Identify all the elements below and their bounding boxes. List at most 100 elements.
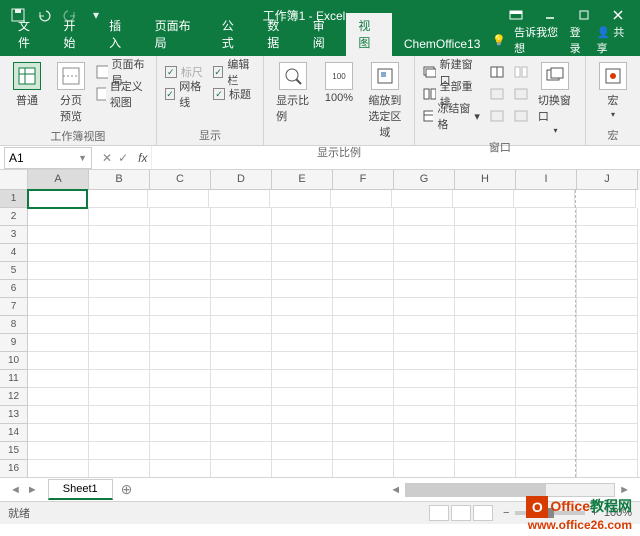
cell[interactable] — [455, 424, 516, 442]
sheet-tab[interactable]: Sheet1 — [48, 479, 113, 500]
cell[interactable] — [150, 280, 211, 298]
cell[interactable] — [455, 442, 516, 460]
cell[interactable] — [394, 352, 455, 370]
cell[interactable] — [272, 406, 333, 424]
cell[interactable] — [89, 424, 150, 442]
cell[interactable] — [211, 334, 272, 352]
cell[interactable] — [516, 442, 577, 460]
select-all-corner[interactable] — [0, 170, 28, 190]
cell[interactable] — [516, 370, 577, 388]
cell[interactable] — [333, 334, 394, 352]
cell[interactable] — [28, 370, 89, 388]
cell[interactable] — [394, 406, 455, 424]
sync-scroll-button[interactable] — [514, 84, 528, 104]
save-icon[interactable] — [6, 3, 30, 27]
cell[interactable] — [394, 280, 455, 298]
cell[interactable] — [28, 334, 89, 352]
cell[interactable] — [577, 424, 638, 442]
cell[interactable] — [394, 460, 455, 478]
row-header[interactable]: 9 — [0, 334, 28, 352]
name-box[interactable]: A1▼ — [4, 147, 92, 169]
signin-link[interactable]: 登录 — [570, 24, 589, 56]
cell[interactable] — [516, 244, 577, 262]
cell[interactable] — [333, 316, 394, 334]
cell[interactable] — [89, 244, 150, 262]
cell[interactable] — [28, 460, 89, 478]
cell[interactable] — [394, 424, 455, 442]
cell[interactable] — [89, 334, 150, 352]
cell[interactable] — [577, 316, 638, 334]
zoom-100-button[interactable]: 100100% — [320, 60, 358, 106]
cell[interactable] — [150, 316, 211, 334]
cell[interactable] — [150, 244, 211, 262]
tab-chemoffice[interactable]: ChemOffice13 — [392, 33, 492, 56]
cell[interactable] — [455, 226, 516, 244]
cell[interactable] — [455, 208, 516, 226]
cell[interactable] — [87, 190, 148, 208]
macros-button[interactable]: 宏▾ — [594, 60, 632, 121]
column-header[interactable]: A — [28, 170, 89, 190]
cell[interactable] — [516, 316, 577, 334]
cell[interactable] — [333, 406, 394, 424]
cell[interactable] — [394, 442, 455, 460]
cell[interactable] — [333, 226, 394, 244]
cell[interactable] — [516, 280, 577, 298]
cell[interactable] — [89, 442, 150, 460]
tab-page-layout[interactable]: 页面布局 — [143, 13, 210, 56]
cell[interactable] — [455, 406, 516, 424]
cell[interactable] — [333, 298, 394, 316]
cell[interactable] — [89, 226, 150, 244]
cell[interactable] — [394, 316, 455, 334]
cell[interactable] — [333, 424, 394, 442]
cell[interactable] — [394, 388, 455, 406]
reset-position-button[interactable] — [514, 106, 528, 126]
cell[interactable] — [272, 352, 333, 370]
cell[interactable] — [577, 370, 638, 388]
cell[interactable] — [89, 298, 150, 316]
cell[interactable] — [150, 208, 211, 226]
sheet-nav-next-icon[interactable]: ► — [27, 484, 38, 496]
cell[interactable] — [577, 262, 638, 280]
cell[interactable] — [516, 352, 577, 370]
cell[interactable] — [272, 298, 333, 316]
cell[interactable] — [211, 262, 272, 280]
custom-views-button[interactable]: 自定义视图 — [96, 84, 148, 104]
cell[interactable] — [455, 244, 516, 262]
cell[interactable] — [577, 208, 638, 226]
cell[interactable] — [577, 226, 638, 244]
worksheet-grid[interactable]: ABCDEFGHIJ 12345678910111213141516 — [0, 170, 640, 478]
cell[interactable] — [28, 352, 89, 370]
cell[interactable] — [272, 388, 333, 406]
cell[interactable] — [577, 442, 638, 460]
column-header[interactable]: H — [455, 170, 516, 190]
row-header[interactable]: 1 — [0, 190, 28, 208]
switch-windows-button[interactable]: 切换窗口▾ — [534, 60, 577, 137]
cell[interactable] — [89, 262, 150, 280]
column-header[interactable]: G — [394, 170, 455, 190]
column-header[interactable]: F — [333, 170, 394, 190]
zoom-to-selection-button[interactable]: 缩放到 选定区域 — [364, 60, 406, 142]
page-break-view-icon[interactable] — [473, 505, 493, 521]
cell[interactable] — [455, 460, 516, 478]
cell[interactable] — [455, 298, 516, 316]
cell[interactable] — [270, 190, 331, 208]
cell[interactable] — [148, 190, 209, 208]
cell[interactable] — [150, 298, 211, 316]
formula-input[interactable] — [151, 146, 640, 169]
cell[interactable] — [333, 460, 394, 478]
row-header[interactable]: 13 — [0, 406, 28, 424]
row-header[interactable]: 10 — [0, 352, 28, 370]
cell[interactable] — [28, 244, 89, 262]
column-header[interactable]: I — [516, 170, 577, 190]
horizontal-scrollbar[interactable] — [405, 483, 615, 497]
cell[interactable] — [577, 280, 638, 298]
cell[interactable] — [89, 406, 150, 424]
cell[interactable] — [394, 244, 455, 262]
cell[interactable] — [272, 262, 333, 280]
cell[interactable] — [150, 262, 211, 280]
row-header[interactable]: 8 — [0, 316, 28, 334]
cell[interactable] — [89, 280, 150, 298]
zoom-out-icon[interactable]: − — [503, 507, 509, 519]
cell[interactable] — [150, 334, 211, 352]
page-break-preview-button[interactable]: 分页 预览 — [52, 60, 90, 126]
